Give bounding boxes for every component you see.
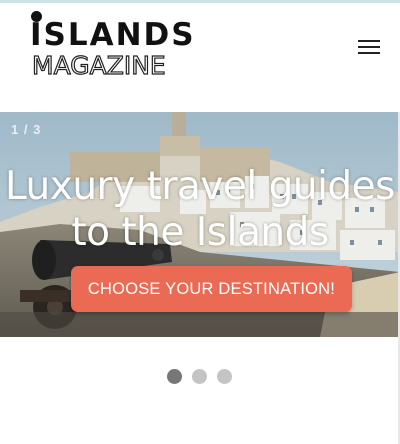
logo-text-islands: ISLANDS bbox=[30, 17, 196, 53]
hamburger-menu-icon[interactable] bbox=[354, 36, 386, 58]
carousel-pagination bbox=[0, 369, 400, 385]
menu-bar bbox=[358, 46, 380, 48]
hero-slider[interactable]: 1 / 3 Luxury travel guides to the Island… bbox=[0, 112, 400, 337]
choose-destination-button[interactable]: CHOOSE YOUR DESTINATION! bbox=[71, 266, 352, 312]
menu-bar bbox=[358, 52, 380, 54]
hero-title: Luxury travel guides to the Islands bbox=[5, 164, 395, 255]
slide-counter: 1 / 3 bbox=[11, 122, 42, 137]
menu-bar bbox=[358, 40, 380, 42]
site-header: ISLANDS MAGAZINE bbox=[0, 3, 400, 112]
carousel-dot-3[interactable] bbox=[217, 369, 232, 384]
carousel-dot-1[interactable] bbox=[167, 369, 182, 384]
site-logo[interactable]: ISLANDS MAGAZINE bbox=[30, 11, 194, 81]
logo-text-magazine: MAGAZINE bbox=[31, 51, 166, 80]
carousel-dot-2[interactable] bbox=[192, 369, 207, 384]
